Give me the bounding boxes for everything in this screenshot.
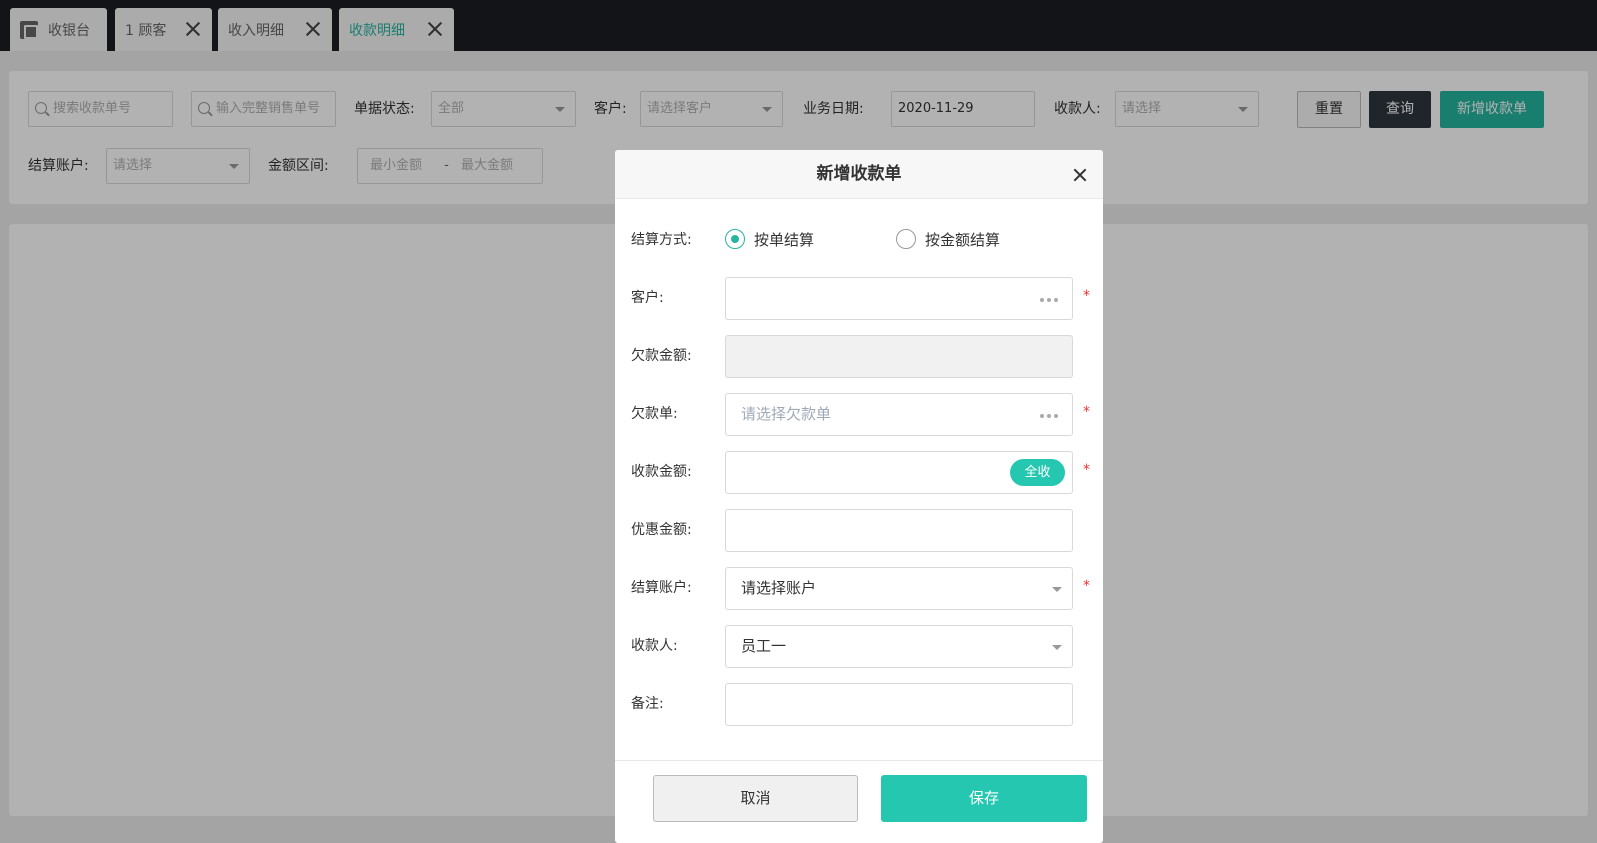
remark-field[interactable] — [725, 683, 1073, 726]
footer-divider — [615, 760, 1103, 761]
remark-label: 备注: — [631, 696, 664, 712]
more-icon[interactable] — [1040, 298, 1058, 302]
discount-label: 优惠金额: — [631, 522, 692, 538]
customer-label: 客户: — [631, 290, 664, 306]
receive-amount-field[interactable]: 全收 — [725, 451, 1073, 494]
radio-label: 按金额结算 — [925, 230, 1001, 249]
chevron-down-icon — [1052, 587, 1062, 592]
required-mark: * — [1083, 404, 1090, 420]
debt-amount-field — [725, 335, 1073, 378]
dialog-header: 新增收款单 — [615, 150, 1103, 199]
receive-amount-label: 收款金额: — [631, 464, 692, 480]
save-button[interactable]: 保存 — [881, 775, 1087, 822]
radio-unchecked-icon — [896, 229, 916, 249]
dialog-title: 新增收款单 — [816, 164, 902, 184]
placeholder: 请选择欠款单 — [741, 405, 832, 423]
settle-method-label: 结算方式: — [631, 232, 692, 248]
debt-amount-label: 欠款金额: — [631, 348, 692, 364]
radio-by-order[interactable]: 按单结算 — [725, 229, 814, 249]
chevron-down-icon — [1052, 645, 1062, 650]
required-mark: * — [1083, 578, 1090, 594]
cancel-button[interactable]: 取消 — [653, 775, 858, 822]
select-value: 请选择账户 — [741, 579, 817, 597]
radio-label: 按单结算 — [754, 230, 815, 249]
discount-field[interactable] — [725, 509, 1073, 552]
payee-label: 收款人: — [631, 638, 678, 654]
account-select[interactable]: 请选择账户 — [725, 567, 1073, 610]
select-value: 员工一 — [741, 637, 787, 655]
debt-order-field[interactable]: 请选择欠款单 — [725, 393, 1073, 436]
debt-order-label: 欠款单: — [631, 406, 678, 422]
customer-field[interactable] — [725, 277, 1073, 320]
radio-checked-icon — [725, 229, 745, 249]
required-mark: * — [1083, 462, 1090, 478]
add-receipt-dialog: 新增收款单 结算方式: 按单结算 按金额结算 客户: * 欠款金额: 欠款单: … — [615, 150, 1103, 843]
required-mark: * — [1083, 288, 1090, 304]
more-icon[interactable] — [1040, 414, 1058, 418]
account-label: 结算账户: — [631, 580, 692, 596]
receive-all-button[interactable]: 全收 — [1010, 459, 1065, 486]
radio-by-amount[interactable]: 按金额结算 — [896, 229, 1000, 249]
payee-select[interactable]: 员工一 — [725, 625, 1073, 668]
close-icon[interactable] — [1073, 168, 1087, 182]
